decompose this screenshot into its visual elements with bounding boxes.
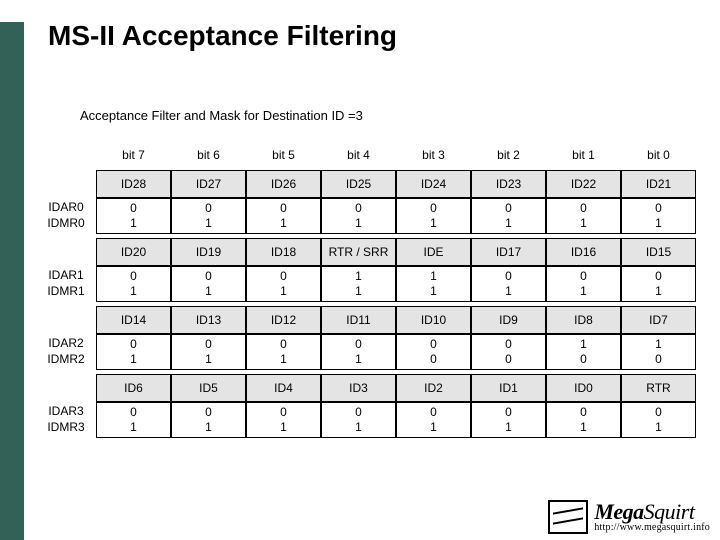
value-cell: 01 <box>171 198 246 234</box>
id-cell: ID10 <box>396 306 471 334</box>
value-cell: 01 <box>246 334 321 370</box>
id-row: ID28ID27ID26ID25ID24ID23ID22ID21 <box>36 170 696 198</box>
id-cell: ID22 <box>546 170 621 198</box>
bit-header: bit 5 <box>246 140 321 170</box>
value-cell: 01 <box>96 334 171 370</box>
id-cell: ID27 <box>171 170 246 198</box>
value-cell: 01 <box>171 334 246 370</box>
value-row: IDAR3IDMR30101010101010101 <box>36 402 696 438</box>
row-label: IDAR0IDMR0 <box>36 198 96 233</box>
value-row: IDAR1IDMR10101011111010101 <box>36 266 696 302</box>
value-cell: 10 <box>621 334 696 370</box>
value-cell: 01 <box>546 198 621 234</box>
value-cell: 01 <box>321 334 396 370</box>
id-cell: ID2 <box>396 374 471 402</box>
id-cell: ID16 <box>546 238 621 266</box>
id-cell: ID26 <box>246 170 321 198</box>
value-cell: 01 <box>246 198 321 234</box>
value-cell: 01 <box>471 402 546 438</box>
bit-header: bit 7 <box>96 140 171 170</box>
logo: MegaSquirt http://www.megasquirt.info <box>548 500 710 534</box>
id-cell: ID13 <box>171 306 246 334</box>
logo-brand: MegaSquirt <box>594 501 710 523</box>
value-cell: 11 <box>321 266 396 302</box>
page-title: MS-II Acceptance Filtering <box>48 20 397 52</box>
id-cell: ID19 <box>171 238 246 266</box>
left-accent-bar <box>0 22 24 540</box>
id-cell: ID18 <box>246 238 321 266</box>
row-label: IDAR3IDMR3 <box>36 402 96 437</box>
id-cell: ID4 <box>246 374 321 402</box>
id-cell: ID20 <box>96 238 171 266</box>
value-row: IDAR2IDMR20101010100001010 <box>36 334 696 370</box>
bit-header: bit 2 <box>471 140 546 170</box>
bit-header: bit 1 <box>546 140 621 170</box>
id-cell: ID9 <box>471 306 546 334</box>
row-label: IDAR1IDMR1 <box>36 266 96 301</box>
id-cell: RTR <box>621 374 696 402</box>
id-cell: ID5 <box>171 374 246 402</box>
subtitle: Acceptance Filter and Mask for Destinati… <box>80 108 363 123</box>
id-cell: ID12 <box>246 306 321 334</box>
id-cell: RTR / SRR <box>321 238 396 266</box>
bit-header-row: bit 7 bit 6 bit 5 bit 4 bit 3 bit 2 bit … <box>36 140 696 170</box>
id-row: ID14ID13ID12ID11ID10ID9ID8ID7 <box>36 306 696 334</box>
id-cell: ID28 <box>96 170 171 198</box>
value-cell: 01 <box>96 266 171 302</box>
value-cell: 01 <box>621 266 696 302</box>
value-row: IDAR0IDMR00101010101010101 <box>36 198 696 234</box>
id-cell: ID23 <box>471 170 546 198</box>
value-cell: 10 <box>546 334 621 370</box>
value-cell: 01 <box>621 198 696 234</box>
value-cell: 01 <box>246 266 321 302</box>
value-cell: 01 <box>96 402 171 438</box>
value-cell: 00 <box>471 334 546 370</box>
logo-icon <box>548 500 588 534</box>
id-row: ID20ID19ID18RTR / SRRIDEID17ID16ID15 <box>36 238 696 266</box>
value-cell: 01 <box>321 402 396 438</box>
id-cell: ID24 <box>396 170 471 198</box>
value-cell: 01 <box>546 402 621 438</box>
logo-url: http://www.megasquirt.info <box>594 523 710 533</box>
id-cell: ID3 <box>321 374 396 402</box>
bit-header: bit 0 <box>621 140 696 170</box>
id-row: ID6ID5ID4ID3ID2ID1ID0RTR <box>36 374 696 402</box>
id-cell: ID25 <box>321 170 396 198</box>
value-cell: 01 <box>171 402 246 438</box>
value-cell: 00 <box>396 334 471 370</box>
value-cell: 01 <box>171 266 246 302</box>
value-cell: 01 <box>471 266 546 302</box>
id-cell: ID1 <box>471 374 546 402</box>
value-cell: 01 <box>246 402 321 438</box>
id-cell: ID17 <box>471 238 546 266</box>
bit-header: bit 6 <box>171 140 246 170</box>
id-cell: ID21 <box>621 170 696 198</box>
id-cell: ID0 <box>546 374 621 402</box>
value-cell: 01 <box>96 198 171 234</box>
id-cell: ID8 <box>546 306 621 334</box>
id-cell: ID7 <box>621 306 696 334</box>
row-label: IDAR2IDMR2 <box>36 334 96 369</box>
filter-table: bit 7 bit 6 bit 5 bit 4 bit 3 bit 2 bit … <box>36 140 696 442</box>
value-cell: 01 <box>471 198 546 234</box>
value-cell: 01 <box>321 198 396 234</box>
bit-header: bit 3 <box>396 140 471 170</box>
value-cell: 01 <box>621 402 696 438</box>
id-cell: ID11 <box>321 306 396 334</box>
value-cell: 11 <box>396 266 471 302</box>
id-cell: IDE <box>396 238 471 266</box>
value-cell: 01 <box>546 266 621 302</box>
id-cell: ID14 <box>96 306 171 334</box>
value-cell: 01 <box>396 402 471 438</box>
id-cell: ID15 <box>621 238 696 266</box>
id-cell: ID6 <box>96 374 171 402</box>
bit-header: bit 4 <box>321 140 396 170</box>
value-cell: 01 <box>396 198 471 234</box>
